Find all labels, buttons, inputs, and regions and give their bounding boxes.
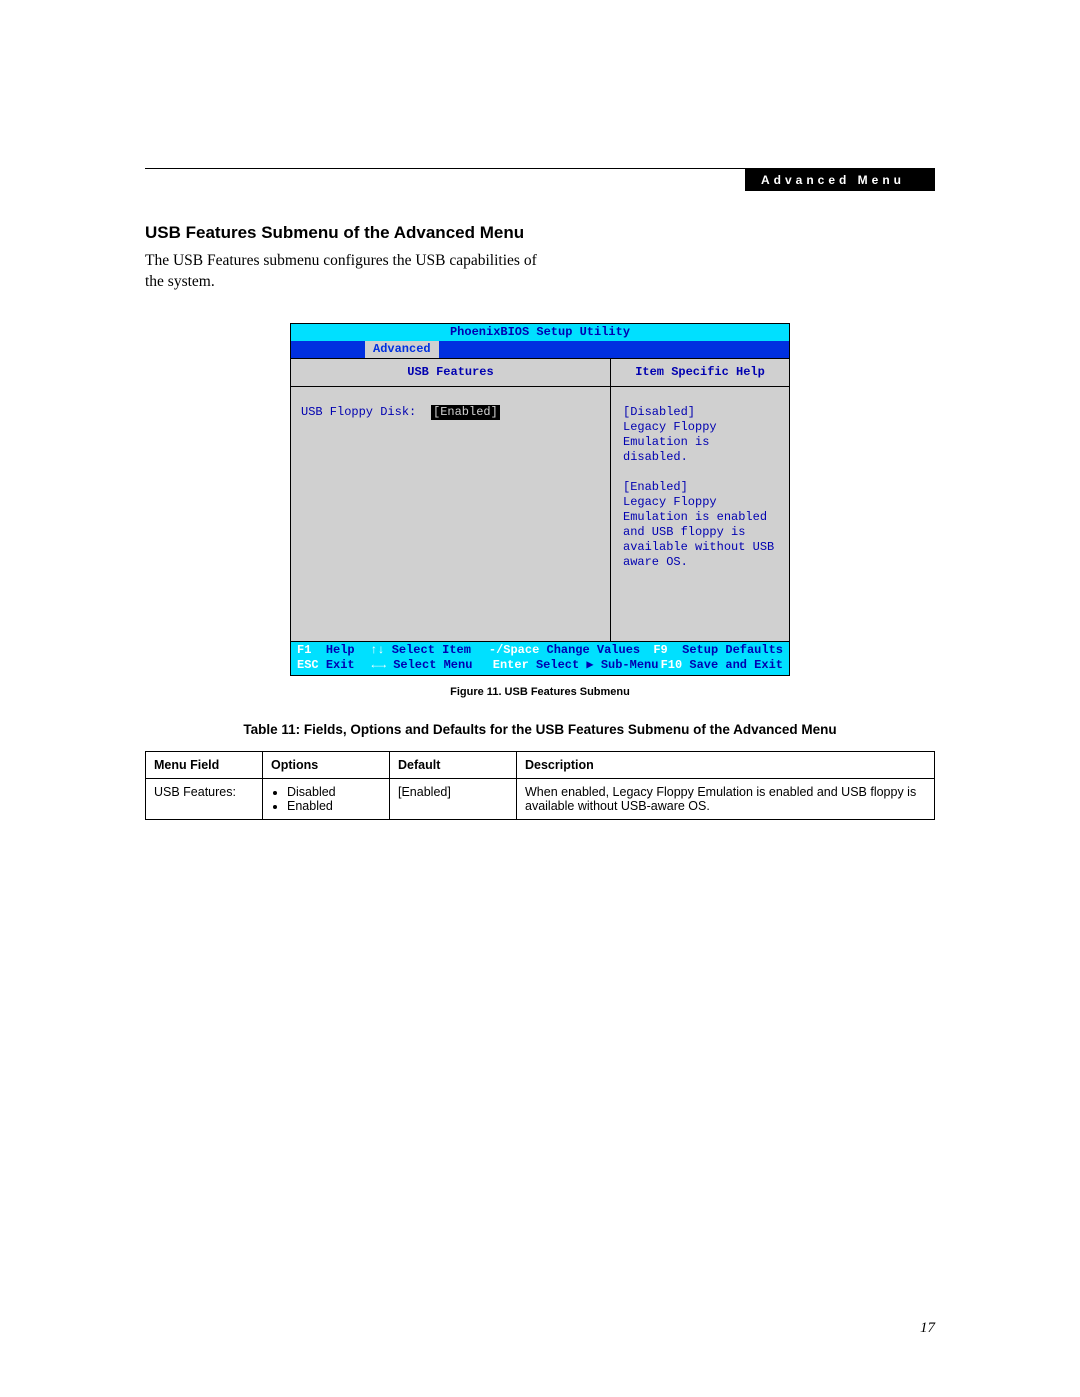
label-exit: Exit [326, 658, 355, 673]
label-help: Help [326, 643, 355, 658]
key-enter: Enter [493, 658, 529, 673]
menubar-spacer [291, 341, 365, 358]
th-menu-field: Menu Field [146, 751, 263, 778]
section-title: USB Features Submenu of the Advanced Men… [145, 223, 935, 243]
th-description: Description [517, 751, 935, 778]
label-setup-defaults: Setup Defaults [682, 643, 783, 658]
key-esc: ESC [297, 658, 319, 673]
page-number: 17 [920, 1320, 935, 1337]
fields-table: Menu Field Options Default Description U… [145, 751, 935, 820]
options-list: Disabled Enabled [271, 785, 381, 813]
page: Advanced Menu USB Features Submenu of th… [0, 0, 1080, 1397]
th-options: Options [263, 751, 390, 778]
field-label: USB Floppy Disk: [301, 405, 431, 420]
label-save-exit: Save and Exit [689, 658, 783, 673]
key-f1: F1 [297, 643, 311, 658]
footer-row-2: ESC Exit ←→ Select Menu Enter Select ▶ S… [297, 658, 783, 673]
header-tag: Advanced Menu [745, 169, 935, 191]
key-leftright: ←→ [372, 658, 386, 673]
label-select-menu: Select Menu [393, 658, 472, 673]
th-default: Default [390, 751, 517, 778]
cell-description: When enabled, Legacy Floppy Emulation is… [517, 778, 935, 819]
bios-tab-advanced[interactable]: Advanced [365, 341, 439, 358]
bios-menubar: Advanced [290, 341, 790, 358]
option-enabled: Enabled [287, 799, 381, 813]
cell-menu-field: USB Features: [146, 778, 263, 819]
figure-caption: Figure 11. USB Features Submenu [145, 686, 935, 698]
cell-default: [Enabled] [390, 778, 517, 819]
bios-help-text: [Disabled] Legacy Floppy Emulation is di… [611, 387, 789, 570]
bios-left-title: USB Features [291, 359, 610, 387]
key-f10: F10 [661, 658, 683, 673]
key-f9: F9 [653, 643, 667, 658]
bios-right-title: Item Specific Help [611, 359, 789, 387]
table-header-row: Menu Field Options Default Description [146, 751, 935, 778]
bios-left-content: USB Floppy Disk: [Enabled] [291, 387, 610, 420]
label-change-values: Change Values [547, 643, 641, 658]
field-row: USB Floppy Disk: [Enabled] [301, 405, 600, 420]
option-disabled: Disabled [287, 785, 381, 799]
bios-screen: PhoenixBIOS Setup Utility Advanced USB F… [290, 323, 790, 676]
bios-footer: F1 Help ↑↓ Select Item -/Space Change Va… [290, 642, 790, 676]
table-row: USB Features: Disabled Enabled [Enabled]… [146, 778, 935, 819]
table-caption: Table 11: Fields, Options and Defaults f… [145, 722, 935, 737]
bios-right-pane: Item Specific Help [Disabled] Legacy Flo… [611, 359, 789, 641]
field-value[interactable]: [Enabled] [431, 405, 500, 420]
bios-body: USB Features USB Floppy Disk: [Enabled] … [290, 358, 790, 642]
section-intro: The USB Features submenu configures the … [145, 251, 545, 293]
content-area: USB Features Submenu of the Advanced Men… [145, 223, 935, 820]
label-select-item: Select Item [392, 643, 471, 658]
footer-row-1: F1 Help ↑↓ Select Item -/Space Change Va… [297, 643, 783, 658]
key-space: -/Space [489, 643, 539, 658]
cell-options: Disabled Enabled [263, 778, 390, 819]
label-select-submenu: Select ▶ Sub-Menu [536, 658, 658, 673]
bios-title: PhoenixBIOS Setup Utility [290, 323, 790, 341]
bios-left-pane: USB Features USB Floppy Disk: [Enabled] [291, 359, 611, 641]
key-updown: ↑↓ [370, 643, 384, 658]
